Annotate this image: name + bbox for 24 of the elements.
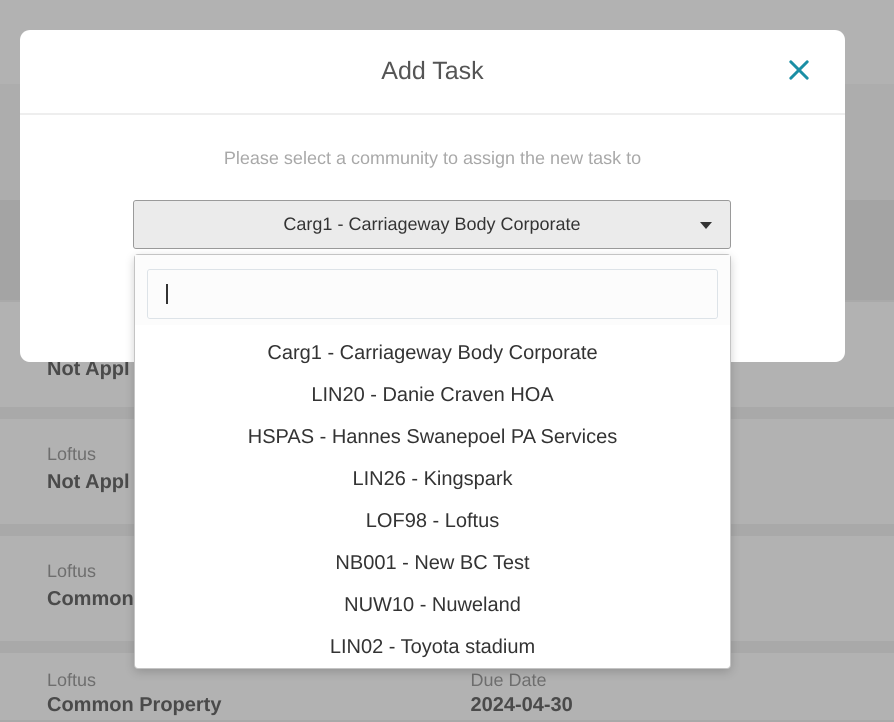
dropdown-option[interactable]: LIN26 - Kingspark — [352, 468, 513, 490]
dropdown-option[interactable]: HSPAS - Hannes Swanepoel PA Services — [248, 426, 618, 448]
card-value: Common Property — [47, 693, 222, 717]
card-label: Loftus — [47, 560, 96, 583]
community-select[interactable]: Carg1 - Carriageway Body Corporate — [133, 200, 731, 249]
text-cursor — [166, 284, 168, 304]
dropdown-option[interactable]: NB001 - New BC Test — [335, 552, 530, 574]
search-field[interactable] — [147, 269, 718, 319]
dropdown-option[interactable]: NUW10 - Nuweland — [344, 594, 521, 616]
dropdown-option[interactable]: LOF98 - Loftus — [366, 510, 500, 532]
card-label: Loftus — [47, 669, 96, 692]
card-value: Not Appl — [47, 470, 130, 495]
dropdown-option[interactable]: LIN02 - Toyota stadium — [330, 636, 536, 658]
instruction-text: Please select a community to assign the new task to — [224, 148, 642, 169]
dropdown-option[interactable]: Carg1 - Carriageway Body Corporate — [267, 342, 598, 364]
field-value: 2024-04-30 — [470, 693, 573, 717]
card-label: Loftus — [47, 443, 96, 466]
caret-icon — [700, 222, 712, 229]
field-label: Due Date — [470, 669, 547, 692]
card-value: Common — [47, 587, 134, 612]
close-icon[interactable] — [789, 60, 809, 80]
card-value: Not Appl — [47, 357, 130, 382]
dropdown-option[interactable]: LIN20 - Danie Craven HOA — [311, 384, 554, 406]
dialog-title: Add Task — [381, 57, 484, 86]
